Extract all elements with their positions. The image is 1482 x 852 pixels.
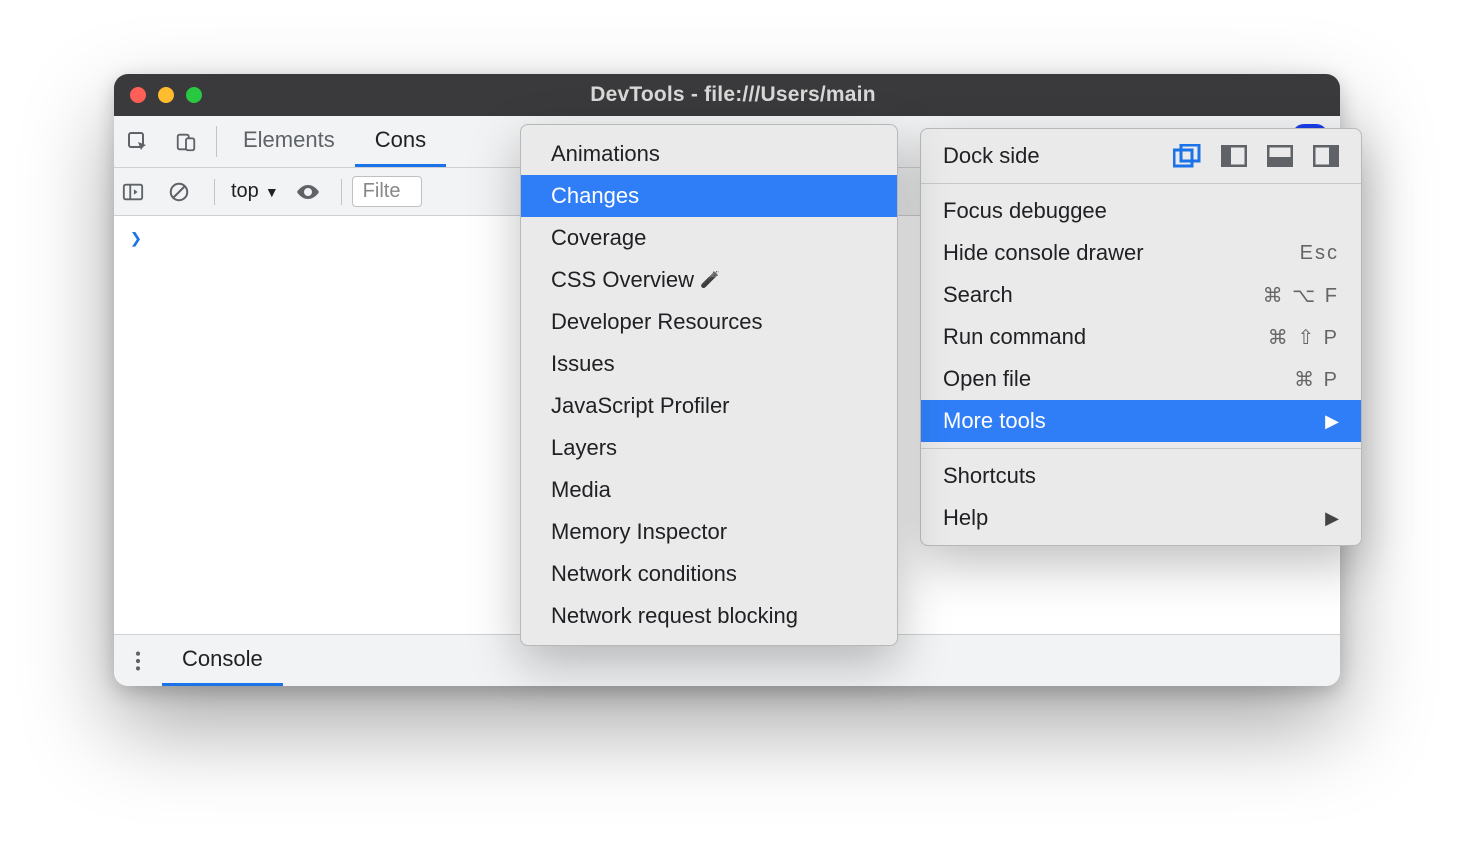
device-toolbar-button[interactable] bbox=[162, 116, 210, 167]
menu-item-shortcuts[interactable]: Shortcuts bbox=[921, 455, 1361, 497]
sidebar-icon bbox=[122, 182, 144, 202]
dock-left-button[interactable] bbox=[1221, 145, 1247, 167]
drawer-tab-console[interactable]: Console bbox=[162, 635, 283, 686]
separator bbox=[214, 179, 215, 205]
undock-icon bbox=[1173, 144, 1201, 168]
submenu-item[interactable]: Memory Inspector bbox=[521, 511, 897, 553]
more-tools-submenu: Animations Changes Coverage CSS Overview 🧪 De… bbox=[520, 124, 898, 646]
dock-left-icon bbox=[1221, 145, 1247, 167]
menu-item-hide-console-drawer[interactable]: Hide console drawer Esc bbox=[921, 232, 1361, 274]
submenu-item[interactable]: Layers bbox=[521, 427, 897, 469]
submenu-item-label: CSS Overview bbox=[551, 267, 694, 293]
dock-bottom-icon bbox=[1267, 145, 1293, 167]
menu-item-open-file[interactable]: Open file ⌘ P bbox=[921, 358, 1361, 400]
submenu-item[interactable]: Media bbox=[521, 469, 897, 511]
kebab-icon bbox=[135, 650, 141, 672]
filter-placeholder: Filte bbox=[363, 180, 401, 202]
submenu-item[interactable]: Animations bbox=[521, 133, 897, 175]
menu-item-search[interactable]: Search ⌘ ⌥ F bbox=[921, 274, 1361, 316]
submenu-item-label: Network conditions bbox=[551, 561, 737, 587]
tab-label: Elements bbox=[243, 127, 335, 153]
submenu-item-label: Memory Inspector bbox=[551, 519, 727, 545]
menu-item-label: Open file bbox=[943, 366, 1280, 392]
menu-item-shortcut: ⌘ P bbox=[1294, 367, 1339, 392]
tab-console[interactable]: Cons bbox=[355, 116, 446, 167]
menu-item-label: Focus debuggee bbox=[943, 198, 1339, 224]
menu-item-shortcut: Esc bbox=[1300, 242, 1339, 265]
menu-item-focus-debuggee[interactable]: Focus debuggee bbox=[921, 190, 1361, 232]
drawer-tab-label: Console bbox=[182, 646, 263, 672]
submenu-item[interactable]: Developer Resources bbox=[521, 301, 897, 343]
dock-side-row: Dock side bbox=[921, 129, 1361, 184]
dock-bottom-button[interactable] bbox=[1267, 145, 1293, 167]
context-selector[interactable]: top ▼ bbox=[225, 178, 285, 205]
separator bbox=[341, 179, 342, 205]
dropdown-icon: ▼ bbox=[265, 184, 279, 200]
console-prompt: ❯ bbox=[130, 226, 142, 250]
menu-item-label: Help bbox=[943, 505, 1311, 531]
menu-item-help[interactable]: Help ▶ bbox=[921, 497, 1361, 539]
submenu-item-label: Developer Resources bbox=[551, 309, 763, 335]
menu-item-label: Run command bbox=[943, 324, 1254, 350]
live-expression-button[interactable] bbox=[295, 183, 331, 201]
menu-item-label: Shortcuts bbox=[943, 463, 1339, 489]
filter-input[interactable]: Filte bbox=[352, 176, 422, 207]
submenu-item[interactable]: Network request blocking bbox=[521, 595, 897, 637]
menu-item-shortcut: ⌘ ⇧ P bbox=[1268, 325, 1339, 350]
submenu-item[interactable]: Coverage bbox=[521, 217, 897, 259]
dock-right-button[interactable] bbox=[1313, 145, 1339, 167]
menu-item-label: More tools bbox=[943, 408, 1311, 434]
submenu-item[interactable]: Changes bbox=[521, 175, 897, 217]
clear-icon bbox=[168, 181, 190, 203]
experimental-icon: 🧪 bbox=[700, 270, 720, 290]
inspect-element-button[interactable] bbox=[114, 116, 162, 167]
submenu-item-label: Issues bbox=[551, 351, 615, 377]
eye-icon bbox=[295, 183, 321, 201]
submenu-arrow-icon: ▶ bbox=[1325, 508, 1339, 529]
menu-item-label: Hide console drawer bbox=[943, 240, 1286, 266]
dock-undock-button[interactable] bbox=[1173, 144, 1201, 168]
dock-side-label: Dock side bbox=[943, 143, 1155, 169]
menu-item-run-command[interactable]: Run command ⌘ ⇧ P bbox=[921, 316, 1361, 358]
drawer-more-button[interactable] bbox=[114, 635, 162, 686]
titlebar: DevTools - file:///Users/main bbox=[114, 74, 1340, 116]
clear-console-button[interactable] bbox=[168, 181, 204, 203]
main-menu: Dock side bbox=[920, 128, 1362, 546]
menu-item-more-tools[interactable]: More tools ▶ bbox=[921, 400, 1361, 442]
submenu-item[interactable]: Network conditions bbox=[521, 553, 897, 595]
submenu-item-label: Media bbox=[551, 477, 611, 503]
submenu-item-label: Coverage bbox=[551, 225, 646, 251]
submenu-item-label: Network request blocking bbox=[551, 603, 798, 629]
dock-right-icon bbox=[1313, 145, 1339, 167]
submenu-item-label: Animations bbox=[551, 141, 660, 167]
submenu-item[interactable]: Issues bbox=[521, 343, 897, 385]
submenu-item-label: JavaScript Profiler bbox=[551, 393, 730, 419]
submenu-item[interactable]: CSS Overview 🧪 bbox=[521, 259, 897, 301]
submenu-arrow-icon: ▶ bbox=[1325, 411, 1339, 432]
menu-item-shortcut: ⌘ ⌥ F bbox=[1263, 283, 1339, 308]
context-label: top bbox=[231, 180, 259, 203]
separator bbox=[216, 126, 217, 157]
tab-label: Cons bbox=[375, 127, 426, 153]
submenu-item[interactable]: JavaScript Profiler bbox=[521, 385, 897, 427]
tab-elements[interactable]: Elements bbox=[223, 116, 355, 167]
toggle-sidebar-button[interactable] bbox=[122, 182, 158, 202]
menu-item-label: Search bbox=[943, 282, 1249, 308]
window-title: DevTools - file:///Users/main bbox=[142, 83, 1324, 107]
submenu-item-label: Layers bbox=[551, 435, 617, 461]
submenu-item-label: Changes bbox=[551, 183, 639, 209]
